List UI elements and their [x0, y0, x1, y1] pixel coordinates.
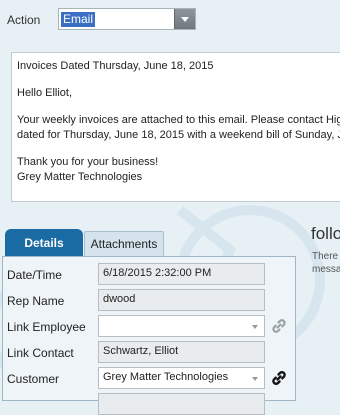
- email-line: Grey Matter Technologies: [17, 171, 143, 183]
- tab-attachments[interactable]: Attachments: [84, 231, 164, 256]
- link-contact-label: Link Contact: [7, 346, 74, 360]
- tab-details[interactable]: Details: [5, 229, 83, 256]
- rep-name-field[interactable]: dwood: [98, 289, 265, 311]
- email-body-textarea[interactable]: Invoices Dated Thursday, June 18, 2015 H…: [11, 52, 340, 202]
- chain-link-icon[interactable]: [270, 317, 288, 335]
- action-select-value: Email: [61, 12, 96, 27]
- chevron-down-icon[interactable]: [252, 325, 258, 329]
- email-line: Thank you for your business!: [17, 156, 159, 168]
- customer-select[interactable]: Grey Matter Technologies: [98, 367, 265, 389]
- email-line: dated for Thursday, June 18, 2015 with a…: [17, 129, 340, 141]
- next-row-field[interactable]: [98, 393, 265, 415]
- chevron-down-icon[interactable]: [174, 9, 195, 29]
- date-time-field[interactable]: 6/18/2015 2:32:00 PM: [98, 263, 265, 285]
- followup-heading: follo: [311, 224, 340, 243]
- email-line: Your weekly invoices are attached to thi…: [17, 114, 340, 126]
- action-select[interactable]: Email: [58, 8, 196, 30]
- link-employee-label: Link Employee: [7, 320, 86, 334]
- customer-label: Customer: [7, 372, 60, 386]
- email-line: Hello Elliot,: [17, 87, 73, 99]
- date-time-label: Date/Time: [7, 268, 62, 282]
- rep-name-label: Rep Name: [7, 294, 65, 308]
- action-label: Action: [7, 13, 41, 27]
- customer-value: Grey Matter Technologies: [103, 371, 229, 383]
- followup-line: There: [312, 251, 339, 262]
- email-line: Invoices Dated Thursday, June 18, 2015: [17, 60, 214, 72]
- followup-line: messa: [312, 264, 340, 275]
- link-employee-select[interactable]: [98, 315, 265, 337]
- chain-link-icon[interactable]: [270, 369, 288, 387]
- chevron-down-icon[interactable]: [252, 377, 258, 381]
- link-contact-field[interactable]: Schwartz, Elliot: [98, 341, 265, 363]
- followup-description: There messa: [312, 250, 340, 276]
